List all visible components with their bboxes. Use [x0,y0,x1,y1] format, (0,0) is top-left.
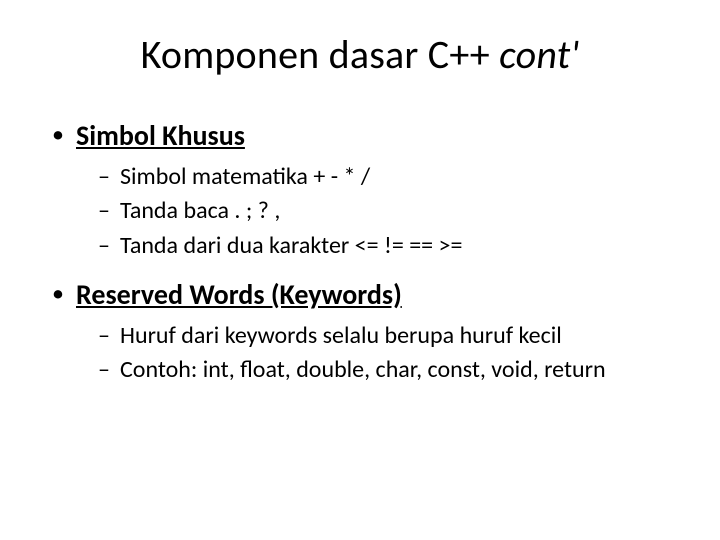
sub-list-item: Huruf dari keywords selalu berupa huruf … [98,320,680,352]
slide-title: Komponen dasar C++ cont' [40,30,680,79]
sub-list-item: Contoh: int, float, double, char, const,… [98,354,680,386]
sub-list-item: Simbol matematika + - * / [98,161,680,193]
list-item-label: Reserved Words (Keywords) [76,277,402,312]
list-item-label: Simbol Khusus [76,118,245,153]
sub-list: Simbol matematika + - * / Tanda baca . ;… [98,161,680,262]
bullet-list: Simbol Khusus Simbol matematika + - * / … [48,117,680,387]
list-item: Reserved Words (Keywords) Huruf dari key… [48,276,680,387]
slide: Komponen dasar C++ cont' Simbol Khusus S… [0,0,720,540]
title-main: Komponen dasar C++ [141,30,499,79]
title-italic: cont' [499,30,579,79]
sub-list-item: Tanda baca . ; ? , [98,195,680,227]
list-item: Simbol Khusus Simbol matematika + - * / … [48,117,680,262]
sub-list: Huruf dari keywords selalu berupa huruf … [98,320,680,387]
sub-list-item: Tanda dari dua karakter <= != == >= [98,230,680,262]
